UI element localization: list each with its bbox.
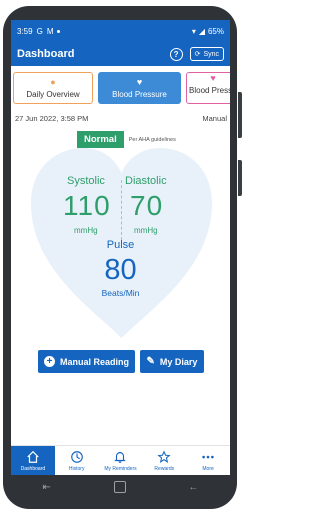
heart-icon: ♥ (136, 77, 143, 87)
manual-reading-button[interactable]: + Manual Reading (38, 350, 135, 373)
back-icon[interactable]: ← (189, 482, 199, 493)
sync-button[interactable]: ⟳ Sync (189, 47, 224, 61)
volume-button (238, 92, 242, 138)
tab-blood-pressure[interactable]: ♥ Blood Pressure (98, 72, 181, 104)
systolic-unit: mmHg (74, 226, 98, 235)
pulse-unit: Beats/Min (101, 288, 140, 298)
nav-label: My Reminders (104, 465, 137, 472)
nav-dashboard[interactable]: Dashboard (11, 446, 55, 475)
tab-daily-overview[interactable]: ● Daily Overview (13, 72, 93, 104)
guideline-note: Per AHA guidelines (128, 136, 176, 143)
app-screen: 3:59 G M ▾ ◢ 65% Dashboard ? ⟳ Sync ● Da… (11, 20, 230, 475)
systolic-label: Systolic (67, 175, 105, 187)
star-icon (157, 449, 171, 463)
nav-label: Rewards (154, 465, 175, 472)
home-icon (27, 450, 39, 463)
my-diary-label: My Diary (159, 356, 198, 367)
phone-device: 3:59 G M ▾ ◢ 65% Dashboard ? ⟳ Sync ● Da… (0, 0, 243, 512)
my-diary-button[interactable]: ✎ My Diary (140, 350, 204, 373)
tab-label: Blood Pressure (112, 90, 167, 99)
reading-datetime: 27 Jun 2022, 3:58 PM (15, 114, 89, 123)
systolic-value: 110 (63, 190, 111, 221)
status-time: 3:59 (17, 26, 33, 36)
nav-reminders[interactable]: My Reminders (99, 446, 143, 475)
tab-label: Blood Pressu (189, 86, 230, 95)
bell-icon (114, 451, 127, 463)
edit-icon: ✎ (146, 356, 155, 367)
nav-rewards[interactable]: Rewards (142, 446, 186, 475)
home-button-icon[interactable] (113, 481, 126, 493)
reading-mode: Manual (202, 114, 227, 123)
reading-meta: 27 Jun 2022, 3:58 PM Manual (15, 114, 227, 123)
diastolic-unit: mmHg (134, 226, 158, 235)
category-tabs: ● Daily Overview ♥ Blood Pressure ♥ Bloo… (11, 68, 230, 108)
nav-more[interactable]: More (186, 446, 230, 475)
status-bar: 3:59 G M ▾ ◢ 65% (11, 20, 230, 42)
pulse-label: Pulse (106, 239, 135, 251)
nav-history[interactable]: History (55, 446, 99, 475)
more-icon (202, 455, 214, 458)
tab-blood-pressure-2[interactable]: ♥ Blood Pressu (186, 72, 230, 104)
diastolic-label: Diastolic (125, 175, 167, 187)
page-title: Dashboard (17, 48, 75, 60)
wifi-icon: ▾ (191, 26, 196, 36)
signal-icon: ◢ (198, 26, 205, 36)
tab-label: Daily Overview (26, 90, 80, 99)
nav-label: Dashboard (20, 465, 46, 472)
manual-reading-label: Manual Reading (59, 356, 129, 367)
recents-icon[interactable]: ⇤ (42, 482, 50, 493)
status-badge: Normal (77, 131, 124, 148)
system-nav-bar: ⇤ ← (11, 477, 230, 497)
heart-icon: ♥ (210, 73, 216, 83)
clock-icon (70, 450, 83, 463)
help-icon[interactable]: ? (169, 47, 183, 61)
nav-label: History (68, 465, 85, 472)
nav-label: More (202, 465, 214, 472)
sync-icon: ⟳ (194, 51, 201, 58)
person-icon: ● (50, 77, 56, 87)
plus-icon: + (43, 356, 55, 367)
notification-dot-icon (57, 29, 61, 33)
diastolic-value: 70 (130, 190, 164, 221)
battery-percent: 65% (207, 26, 224, 36)
power-button (238, 160, 242, 196)
gmail-icon: M (46, 26, 54, 36)
google-icon: G (36, 26, 43, 36)
bp-status: Normal Per AHA guidelines (77, 131, 176, 148)
pulse-value: 80 (104, 254, 137, 286)
reading-divider (121, 180, 122, 240)
sync-label: Sync (203, 50, 219, 58)
app-bar: Dashboard ? ⟳ Sync (11, 42, 230, 66)
bottom-nav: Dashboard History My Reminders Rewards M… (11, 445, 230, 475)
